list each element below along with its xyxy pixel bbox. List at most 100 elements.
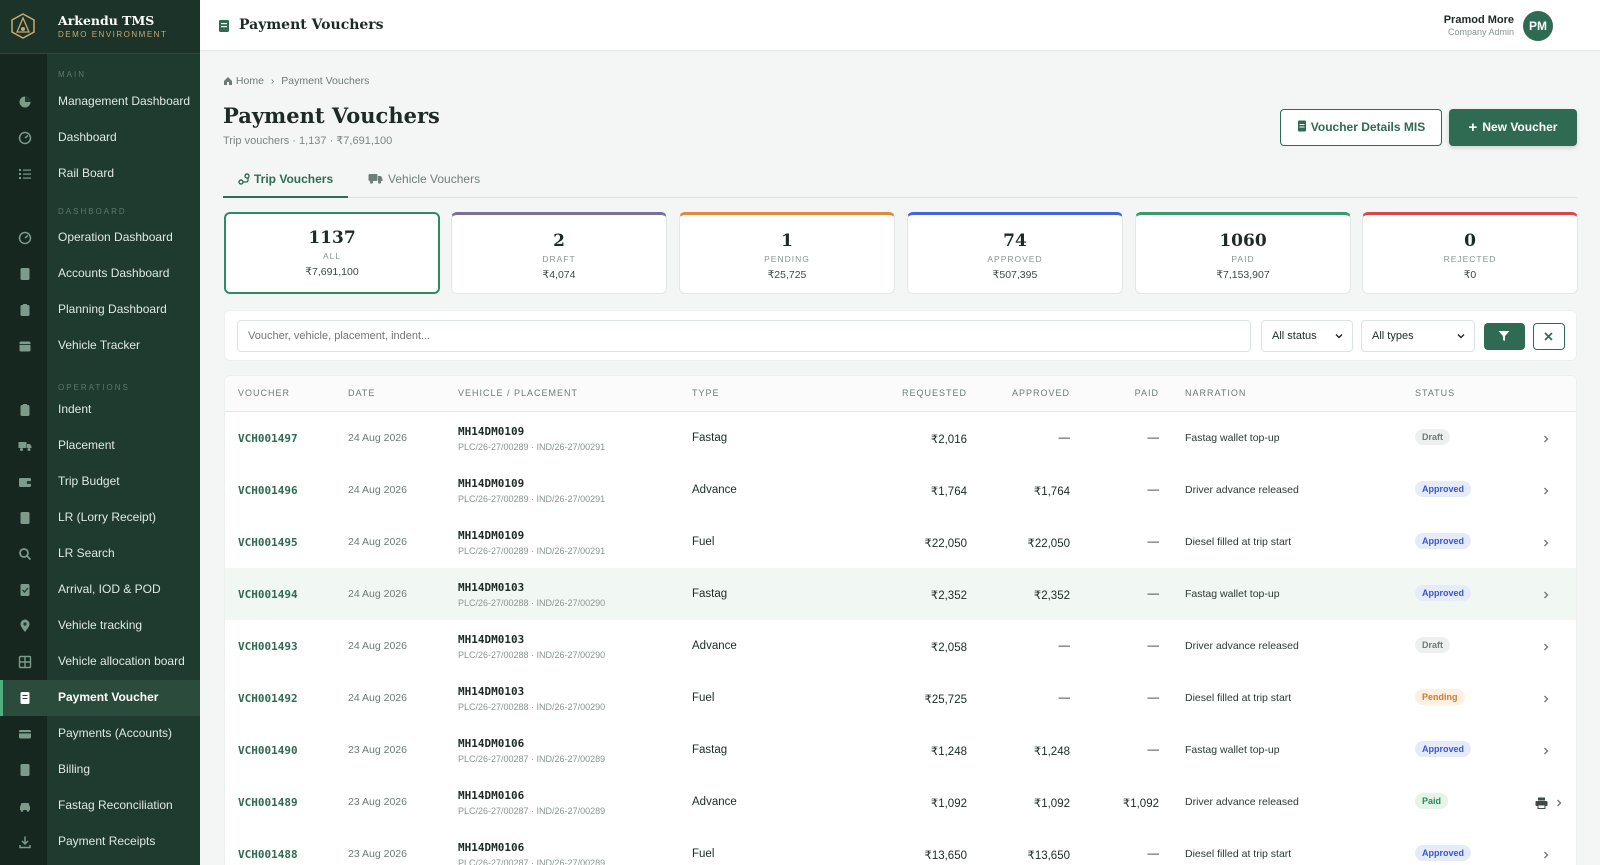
- header-narration[interactable]: NARRATION: [1185, 388, 1246, 398]
- sidebar-item-vehicle-tracking[interactable]: Vehicle tracking: [0, 608, 200, 644]
- sidebar-item-payments-accounts[interactable]: Payments (Accounts): [0, 716, 200, 752]
- sidebar-item-planning-dashboard[interactable]: Planning Dashboard: [0, 292, 200, 328]
- status-badge: Approved: [1415, 481, 1472, 497]
- header-approved[interactable]: APPROVED: [1012, 388, 1070, 398]
- voucher-id[interactable]: VCH001490: [238, 744, 298, 757]
- chevron-right-icon[interactable]: [1541, 538, 1551, 548]
- sidebar-item-label: Arrival, IOD & POD: [58, 582, 161, 596]
- sidebar-item-label: Indent: [58, 402, 92, 416]
- stat-card-draft[interactable]: 2 DRAFT ₹4,074: [451, 212, 667, 294]
- stat-card-pending[interactable]: 1 PENDING ₹25,725: [679, 212, 895, 294]
- vehicle-number: MH14DM0109: [458, 425, 525, 438]
- sidebar-item-vehicle-tracker[interactable]: Vehicle Tracker: [0, 328, 200, 364]
- narration: Diesel filled at trip start: [1185, 536, 1292, 548]
- sidebar-item-lr-search[interactable]: LR Search: [0, 536, 200, 572]
- sidebar-item-billing[interactable]: Billing: [0, 752, 200, 788]
- voucher-id[interactable]: VCH001492: [238, 692, 298, 705]
- requested-amount: ₹2,352: [930, 590, 967, 602]
- sidebar-item-indent[interactable]: Indent: [0, 392, 200, 428]
- sidebar-item-label: Payment Voucher: [58, 690, 159, 704]
- sidebar-item-lr-lorry-receipt[interactable]: LR (Lorry Receipt): [0, 500, 200, 536]
- chevron-right-icon[interactable]: [1541, 746, 1551, 756]
- sidebar-item-vehicle-allocation-board[interactable]: Vehicle allocation board: [0, 644, 200, 680]
- sidebar-item-payment-voucher[interactable]: Payment Voucher: [0, 680, 200, 716]
- types-select[interactable]: All types: [1361, 320, 1475, 352]
- chevron-right-icon[interactable]: [1541, 590, 1551, 600]
- sidebar: Arkendu TMS DEMO ENVIRONMENT MAIN DASHBO…: [0, 0, 200, 865]
- table-row[interactable]: VCH001496 24 Aug 2026 MH14DM0109 PLC/26-27/…: [225, 464, 1576, 516]
- voucher-details-mis-button[interactable]: Voucher Details MIS: [1280, 109, 1442, 146]
- sidebar-item-management-dashboard[interactable]: Management Dashboard: [0, 84, 200, 120]
- stat-card-all[interactable]: 1137 ALL ₹7,691,100: [224, 212, 440, 294]
- chevron-right-icon[interactable]: [1541, 850, 1551, 860]
- voucher-date: 24 Aug 2026: [348, 432, 407, 444]
- voucher-id[interactable]: VCH001495: [238, 536, 298, 549]
- table-row[interactable]: VCH001493 24 Aug 2026 MH14DM0103 PLC/26-27/…: [225, 620, 1576, 672]
- sidebar-item-arrival-iod-pod[interactable]: Arrival, IOD & POD: [0, 572, 200, 608]
- header-status[interactable]: STATUS: [1415, 388, 1455, 398]
- chevron-right-icon[interactable]: [1541, 434, 1551, 444]
- voucher-id[interactable]: VCH001497: [238, 432, 298, 445]
- stat-card-approved[interactable]: 74 APPROVED ₹507,395: [907, 212, 1123, 294]
- voucher-type: Advance: [692, 640, 737, 652]
- chevron-right-icon[interactable]: [1554, 798, 1564, 808]
- table-row[interactable]: VCH001497 24 Aug 2026 MH14DM0109 PLC/26-27/…: [225, 412, 1576, 464]
- sidebar-item-placement[interactable]: Placement: [0, 428, 200, 464]
- chevron-right-icon[interactable]: [1541, 694, 1551, 704]
- voucher-date: 23 Aug 2026: [348, 744, 407, 756]
- sidebar-item-label: Placement: [58, 438, 115, 452]
- brand: Arkendu TMS DEMO ENVIRONMENT: [0, 0, 200, 54]
- paid-amount: ₹1,092: [1122, 798, 1159, 810]
- document-icon: [20, 268, 30, 280]
- table-row[interactable]: VCH001490 23 Aug 2026 MH14DM0106 PLC/26-27/…: [225, 724, 1576, 776]
- sidebar-item-fastag-reconciliation[interactable]: Fastag Reconciliation: [0, 788, 200, 824]
- chevron-right-icon[interactable]: [1541, 486, 1551, 496]
- sidebar-item-label: Trip Budget: [58, 474, 120, 488]
- stat-card-rejected[interactable]: 0 REJECTED ₹0: [1362, 212, 1578, 294]
- voucher-id[interactable]: VCH001494: [238, 588, 298, 601]
- voucher-id[interactable]: VCH001496: [238, 484, 298, 497]
- table-row[interactable]: VCH001495 24 Aug 2026 MH14DM0109 PLC/26-27/…: [225, 516, 1576, 568]
- nav-section-dashboard: DASHBOARD: [58, 207, 127, 216]
- voucher-type: Fastag: [692, 744, 728, 756]
- status-select[interactable]: All status: [1261, 320, 1353, 352]
- voucher-id[interactable]: VCH001489: [238, 796, 298, 809]
- avatar[interactable]: PM: [1523, 11, 1553, 41]
- sidebar-item-payment-receipts[interactable]: Payment Receipts: [0, 824, 200, 860]
- new-voucher-button[interactable]: + New Voucher: [1449, 109, 1577, 146]
- sidebar-item-trip-budget[interactable]: Trip Budget: [0, 464, 200, 500]
- chevron-right-icon[interactable]: [1541, 642, 1551, 652]
- sidebar-item-operation-dashboard[interactable]: Operation Dashboard: [0, 220, 200, 256]
- sidebar-item-dashboard[interactable]: Dashboard: [0, 120, 200, 156]
- header-voucher[interactable]: VOUCHER: [238, 388, 290, 398]
- table-row[interactable]: VCH001488 23 Aug 2026 MH14DM0106 PLC/26-27/…: [225, 828, 1576, 865]
- voucher-id[interactable]: VCH001488: [238, 848, 298, 861]
- voucher-date: 24 Aug 2026: [348, 484, 407, 496]
- header-date[interactable]: DATE: [348, 388, 375, 398]
- breadcrumb-home[interactable]: Home: [236, 75, 264, 87]
- stat-card-value: 1060: [1219, 231, 1267, 251]
- header-type[interactable]: TYPE: [692, 388, 720, 398]
- header-requested[interactable]: REQUESTED: [902, 388, 967, 398]
- header-vehicle[interactable]: VEHICLE / PLACEMENT: [458, 388, 578, 398]
- table-row[interactable]: VCH001489 23 Aug 2026 MH14DM0106 PLC/26-27/…: [225, 776, 1576, 828]
- status-badge-label: Draft: [1415, 429, 1451, 445]
- table-row[interactable]: VCH001494 24 Aug 2026 MH14DM0103 PLC/26-27/…: [225, 568, 1576, 620]
- sidebar-item-accounts-dashboard[interactable]: Accounts Dashboard: [0, 256, 200, 292]
- stat-card-paid[interactable]: 1060 PAID ₹7,153,907: [1135, 212, 1351, 294]
- voucher-id[interactable]: VCH001493: [238, 640, 298, 653]
- table-row[interactable]: VCH001492 24 Aug 2026 MH14DM0103 PLC/26-27/…: [225, 672, 1576, 724]
- requested-amount: ₹1,092: [930, 798, 967, 810]
- tab-trip-vouchers[interactable]: Trip Vouchers: [223, 166, 348, 198]
- voucher-type: Advance: [692, 796, 737, 808]
- tab-vehicle-vouchers[interactable]: Vehicle Vouchers: [368, 166, 508, 198]
- chevron-down-icon: [1335, 334, 1343, 339]
- stat-card-value: 74: [1003, 231, 1027, 251]
- status-badge: Approved: [1415, 845, 1472, 861]
- clear-filter-button[interactable]: [1533, 323, 1565, 350]
- apply-filter-button[interactable]: [1484, 323, 1525, 350]
- sidebar-item-rail-board[interactable]: Rail Board: [0, 156, 200, 192]
- print-icon[interactable]: [1535, 797, 1548, 809]
- search-input[interactable]: [237, 320, 1251, 352]
- header-paid[interactable]: PAID: [1135, 388, 1159, 398]
